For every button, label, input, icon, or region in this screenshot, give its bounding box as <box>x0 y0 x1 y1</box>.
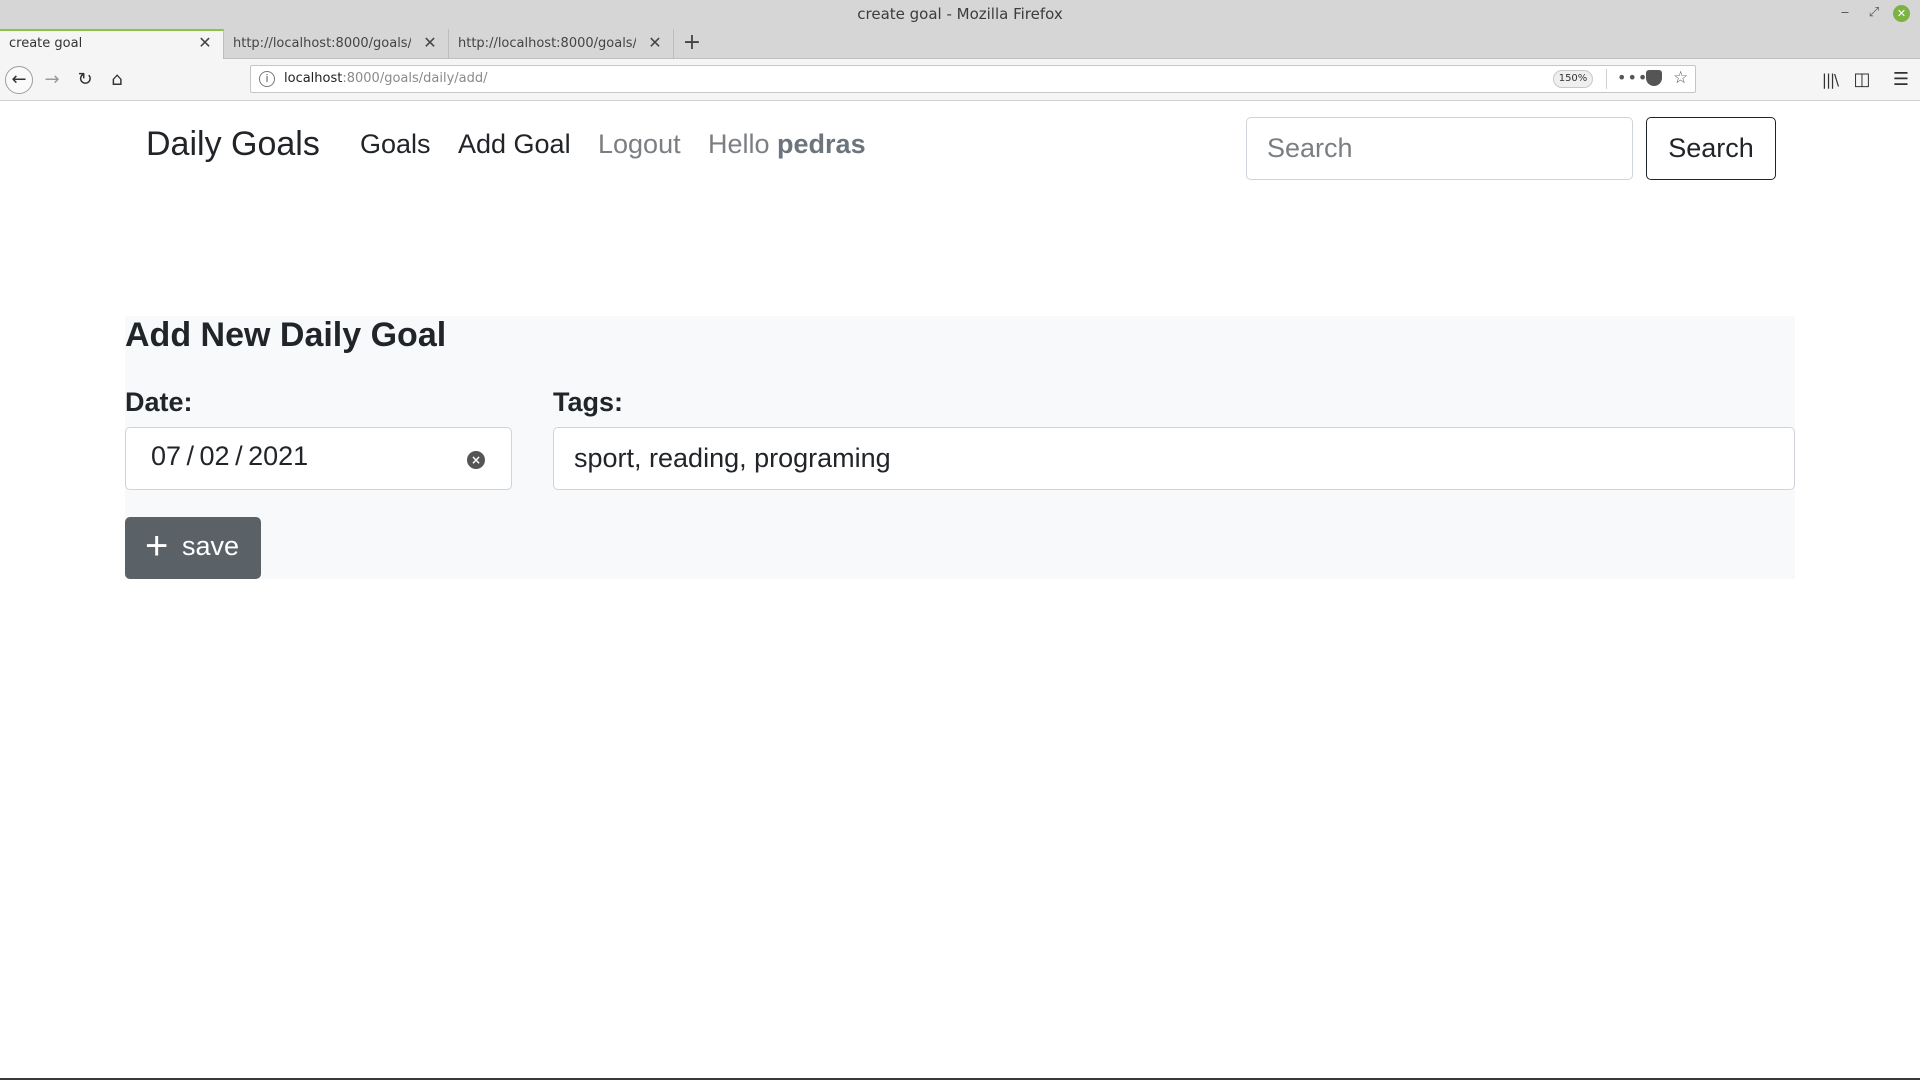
window-titlebar: create goal - Mozilla Firefox ‒ ⤢ ✕ <box>0 0 1920 29</box>
tab-label: http://localhost:8000/goals/daily/ <box>233 36 411 51</box>
nav-add-goal-link[interactable]: Add Goal <box>458 129 571 160</box>
hamburger-menu-icon[interactable]: ☰ <box>1889 68 1913 92</box>
tab-label: http://localhost:8000/goals/daily/ <box>458 36 636 51</box>
library-icon[interactable]: |||\ <box>1818 68 1842 92</box>
url-divider <box>1606 69 1607 89</box>
date-field[interactable]: 07 / 02 / 2021 × <box>125 427 512 490</box>
page-actions-icon[interactable]: ••• <box>1617 68 1648 87</box>
tab-strip: create goal ✕ http://localhost:8000/goal… <box>0 29 1920 59</box>
new-tab-icon[interactable]: + <box>681 32 703 54</box>
nav-goals-link[interactable]: Goals <box>360 129 431 160</box>
reload-icon[interactable]: ↻ <box>73 68 97 92</box>
maximize-icon[interactable]: ⤢ <box>1865 4 1883 22</box>
search-input[interactable] <box>1246 117 1633 180</box>
url-path: :8000/goals/daily/add/ <box>342 71 488 86</box>
form-heading: Add New Daily Goal <box>125 316 447 354</box>
user-greeting: Hello pedras <box>708 129 866 160</box>
date-label: Date: <box>125 387 193 417</box>
tab-create-goal[interactable]: create goal ✕ <box>0 29 224 59</box>
add-goal-form: Add New Daily Goal Date: 07 / 02 / 2021 … <box>125 316 1795 579</box>
tab-close-icon[interactable]: ✕ <box>421 34 439 52</box>
save-button-label: save <box>182 531 240 561</box>
nav-logout-link[interactable]: Logout <box>598 129 681 160</box>
tab-daily-goals-1[interactable]: http://localhost:8000/goals/daily/ ✕ <box>224 29 449 59</box>
clear-date-icon[interactable]: × <box>467 451 485 469</box>
date-value[interactable]: 07 / 02 / 2021 <box>151 441 308 472</box>
window-title: create goal - Mozilla Firefox <box>857 5 1063 23</box>
site-navbar: Daily Goals Goals Add Goal Logout Hello … <box>0 102 1920 190</box>
plus-icon: + <box>145 524 169 568</box>
brand-link[interactable]: Daily Goals <box>146 125 320 164</box>
minimize-icon[interactable]: ‒ <box>1836 4 1854 22</box>
url-text[interactable]: localhost:8000/goals/daily/add/ <box>284 71 488 86</box>
browser-toolbar: ← → ↻ ⌂ i localhost:8000/goals/daily/add… <box>0 59 1920 101</box>
save-button[interactable]: + save <box>125 517 261 579</box>
zoom-level-badge[interactable]: 150% <box>1553 70 1593 88</box>
page-content: Daily Goals Goals Add Goal Logout Hello … <box>0 102 1920 1078</box>
tab-close-icon[interactable]: ✕ <box>196 34 214 52</box>
home-icon[interactable]: ⌂ <box>105 68 129 92</box>
bookmark-star-icon[interactable]: ☆ <box>1673 68 1688 88</box>
close-window-icon[interactable]: ✕ <box>1893 5 1910 22</box>
back-icon[interactable]: ← <box>5 66 33 94</box>
pocket-icon[interactable] <box>1646 70 1662 86</box>
url-bar[interactable]: i localhost:8000/goals/daily/add/ 150% •… <box>250 65 1696 93</box>
tags-label: Tags: <box>553 387 624 417</box>
tab-daily-goals-2[interactable]: http://localhost:8000/goals/daily/ ✕ <box>449 29 674 59</box>
tab-label: create goal <box>9 36 83 51</box>
site-info-icon[interactable]: i <box>259 71 275 87</box>
tags-input[interactable] <box>553 427 1795 490</box>
sidebar-icon[interactable]: ◫ <box>1850 68 1874 92</box>
username: pedras <box>777 129 866 159</box>
forward-icon[interactable]: → <box>40 68 64 92</box>
greeting-text: Hello <box>708 129 770 159</box>
search-button[interactable]: Search <box>1646 117 1776 180</box>
url-host: localhost <box>284 71 343 86</box>
tab-close-icon[interactable]: ✕ <box>646 34 664 52</box>
